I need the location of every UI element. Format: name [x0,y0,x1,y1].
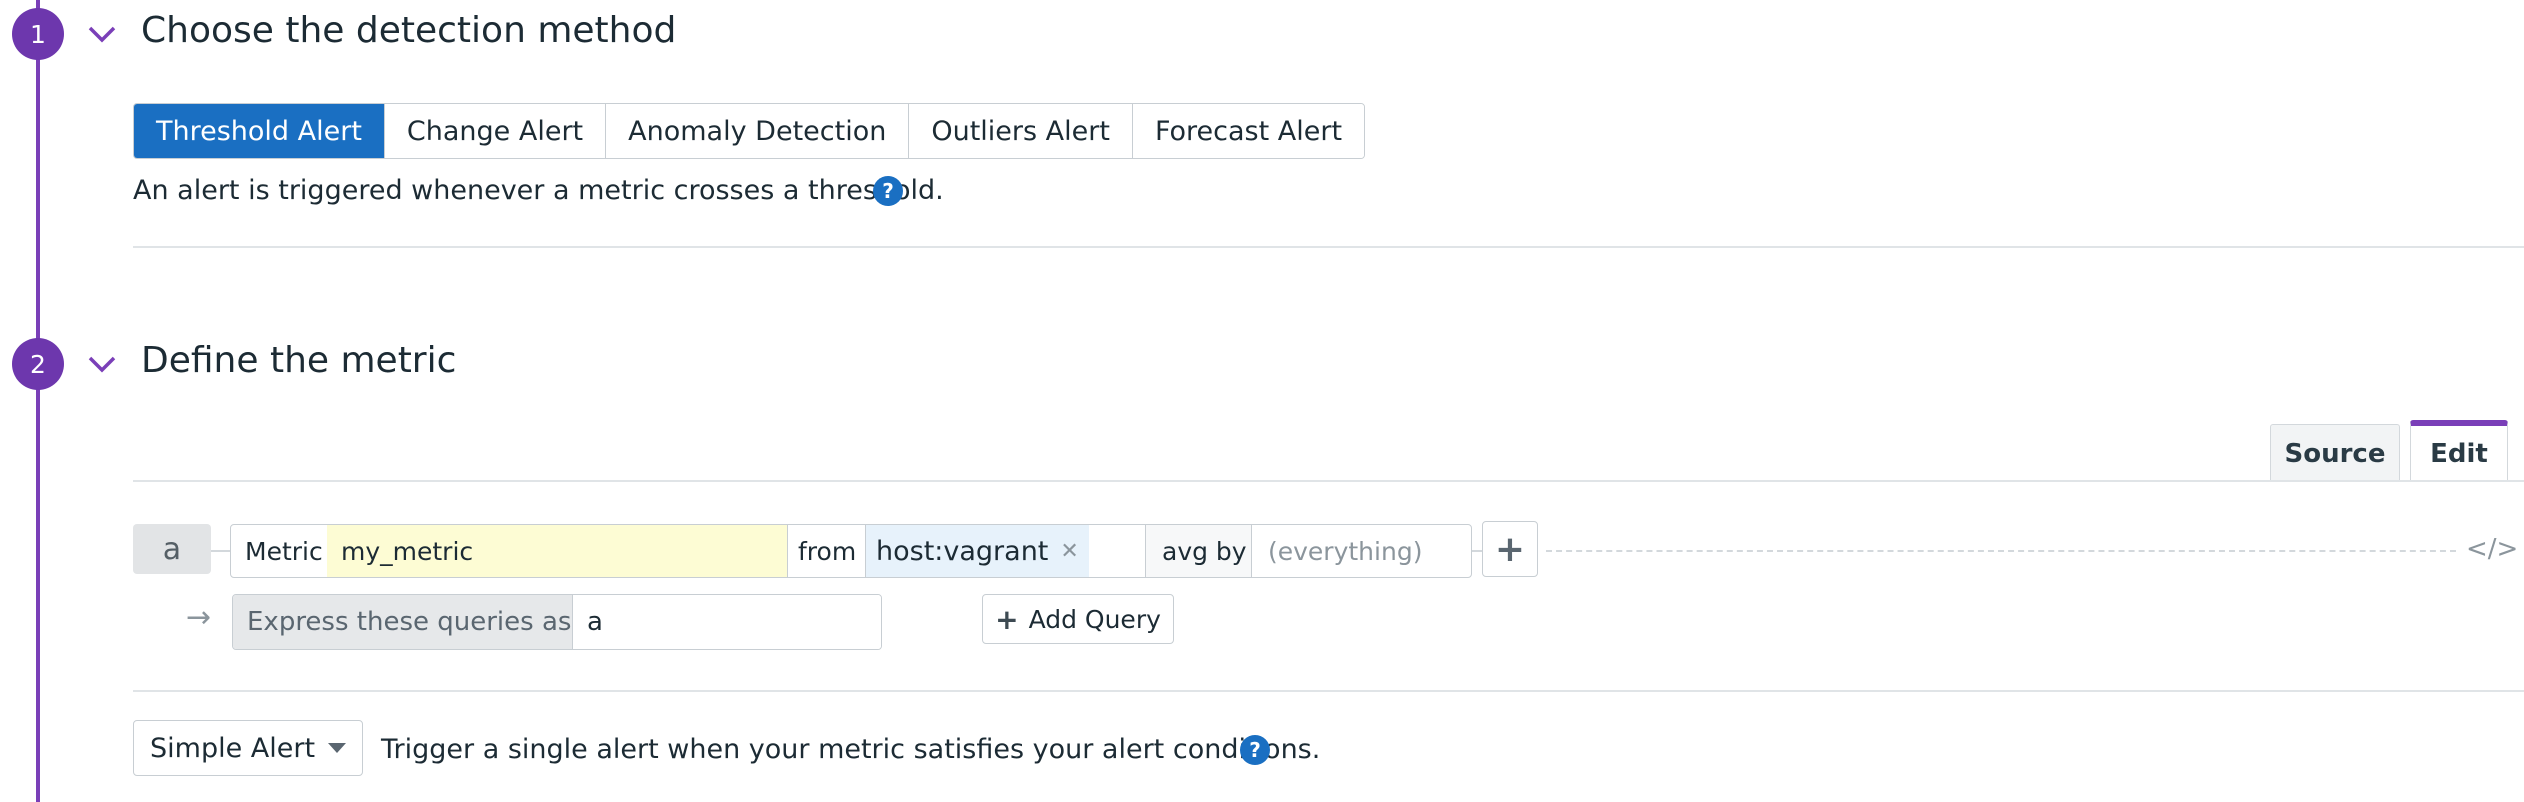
dashed-separator [1546,550,2456,552]
tab-source[interactable]: Source [2270,424,2400,482]
tab-outliers-alert[interactable]: Outliers Alert [909,104,1133,158]
chevron-down-icon[interactable] [82,344,122,384]
close-icon[interactable]: ✕ [1060,539,1078,564]
alert-type-select[interactable]: Simple Alert [133,720,363,776]
from-field[interactable]: host:vagrant ✕ [865,525,1145,577]
divider [133,246,2524,248]
chevron-down-icon[interactable] [82,14,122,54]
detection-description: An alert is triggered whenever a metric … [133,175,944,206]
connector-line [1472,550,1482,552]
detection-method-selector: Threshold Alert Change Alert Anomaly Det… [133,103,1366,159]
add-query-button[interactable]: + Add Query [982,594,1174,644]
tag-label: host:vagrant [876,535,1049,567]
from-label: from [787,525,865,577]
divider [133,480,2524,482]
avg-by-input[interactable]: (everything) [1251,525,1473,577]
step-2-number: 2 [12,338,64,390]
step-2-title: Define the metric [141,340,457,381]
help-icon[interactable]: ? [1240,735,1270,765]
code-icon[interactable]: </> [2466,534,2518,564]
tab-anomaly-detection[interactable]: Anomaly Detection [606,104,910,158]
arrow-right-icon: → [186,600,212,635]
alert-type-value: Simple Alert [150,732,316,764]
tab-change-alert[interactable]: Change Alert [384,104,607,158]
plus-icon: + [995,602,1019,636]
alert-type-description: Trigger a single alert when your metric … [381,734,1321,765]
add-query-label: Add Query [1028,604,1161,634]
query-letter[interactable]: a [133,524,211,574]
tag-chip[interactable]: host:vagrant ✕ [866,525,1089,577]
step-1-title: Choose the detection method [141,10,677,51]
query-editor: Metric my_metric from host:vagrant ✕ avg… [230,524,1472,578]
caret-down-icon [328,743,346,753]
tab-threshold-alert[interactable]: Threshold Alert [134,104,385,158]
express-queries-field: Express these queries as: a [232,594,882,650]
help-icon[interactable]: ? [873,176,903,206]
plus-icon[interactable]: + [1482,521,1538,577]
metric-label: Metric [245,536,323,566]
express-input[interactable]: a [573,595,881,649]
divider [133,690,2524,692]
avg-by-label: avg by [1145,525,1251,577]
step-rail [36,0,40,802]
tab-forecast-alert[interactable]: Forecast Alert [1132,104,1365,158]
metric-input[interactable]: my_metric [327,525,787,577]
express-label: Express these queries as: [233,595,580,649]
step-1-number: 1 [12,8,64,60]
tab-edit[interactable]: Edit [2410,420,2508,482]
connector-line [211,550,231,552]
